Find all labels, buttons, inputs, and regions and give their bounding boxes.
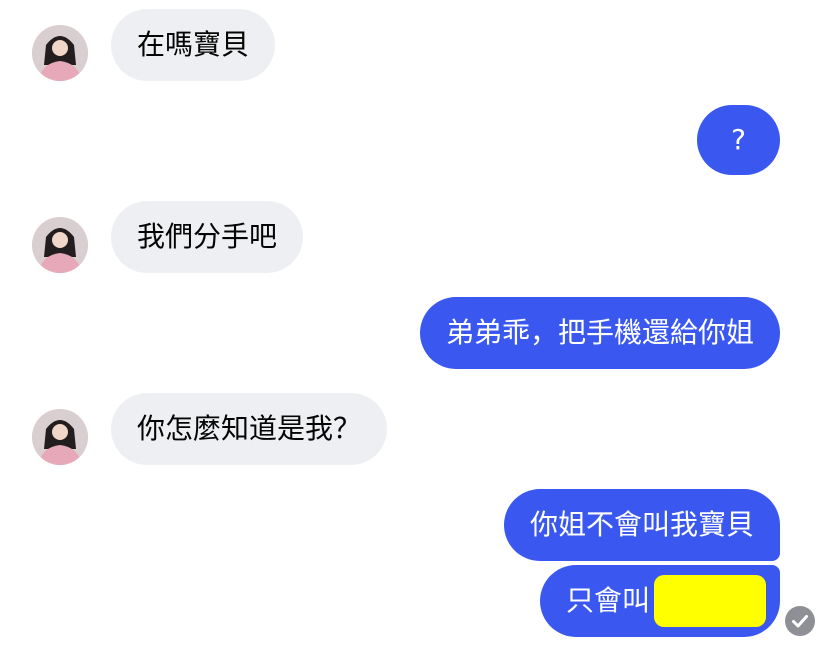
message-text: 在嗎寶貝 [137, 28, 250, 61]
message-text: 你怎麼知道是我？ [137, 412, 362, 445]
check-circle-icon [785, 606, 815, 636]
avatar-image [32, 25, 88, 81]
message-sent-3[interactable]: 你姐不會叫我寶貝 [503, 489, 780, 561]
message-text: ? [731, 123, 746, 156]
message-sent-4[interactable]: 只會叫 [539, 565, 780, 637]
contact-avatar[interactable] [32, 25, 88, 81]
contact-avatar[interactable] [32, 217, 88, 273]
message-received-1[interactable]: 在嗎寶貝 [111, 9, 276, 81]
avatar-image [32, 409, 88, 465]
avatar-image [32, 217, 88, 273]
contact-avatar[interactable] [32, 409, 88, 465]
message-text: 我們分手吧 [137, 220, 278, 253]
message-text: 只會叫 [565, 584, 650, 617]
redaction-mark [654, 575, 766, 627]
message-sent-1[interactable]: ? [697, 105, 780, 175]
message-received-3[interactable]: 你怎麼知道是我？ [111, 393, 388, 465]
message-sent-2[interactable]: 弟弟乖，把手機還給你姐 [419, 297, 780, 369]
message-received-2[interactable]: 我們分手吧 [111, 201, 304, 273]
message-text: 你姐不會叫我寶貝 [529, 508, 754, 541]
message-text: 弟弟乖，把手機還給你姐 [445, 316, 754, 349]
